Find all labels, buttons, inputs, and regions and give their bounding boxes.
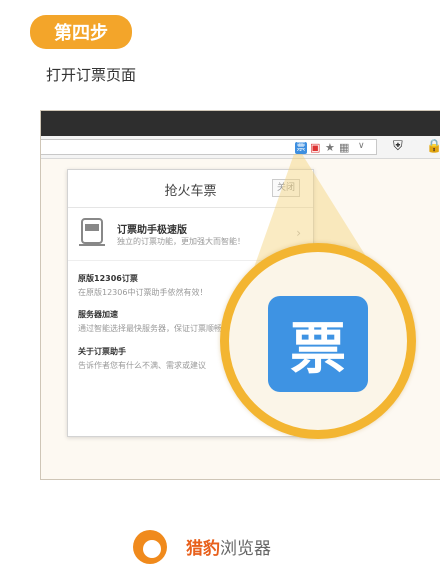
extension-icon[interactable]: ▣ xyxy=(310,141,320,154)
train-icon xyxy=(79,218,105,246)
browser-title-bar xyxy=(41,111,440,136)
menu-item-title: 订票助手极速版 xyxy=(117,225,187,236)
close-button[interactable]: 关闭 xyxy=(272,179,300,197)
star-icon[interactable]: ★ xyxy=(325,141,335,154)
step-badge: 第四步 xyxy=(30,15,132,49)
ticket-extension-icon[interactable]: 票 xyxy=(295,142,307,154)
browser-toolbar: 票 ▣ ★ ▦ ∨ xyxy=(41,136,440,159)
popup-header: 抢火车票 关闭 xyxy=(68,170,313,208)
chevron-down-icon[interactable]: ∨ xyxy=(358,141,365,151)
shield-icon[interactable]: ⛨ xyxy=(393,139,403,154)
brand-name: 猎豹浏览器 xyxy=(186,534,271,559)
brand-name-rest: 浏览器 xyxy=(220,539,271,559)
lock-icon[interactable]: 🔒 xyxy=(426,139,440,154)
step-title: 打开订票页面 xyxy=(46,66,137,84)
cheetah-logo xyxy=(133,530,167,564)
brand-name-bold: 猎豹 xyxy=(186,539,220,559)
menu-item-desc: 独立的订票功能，更加强大而智能！ xyxy=(117,237,245,246)
chevron-right-icon: › xyxy=(296,226,301,240)
address-bar[interactable]: 票 ▣ ★ ▦ ∨ xyxy=(41,139,377,155)
grid-icon[interactable]: ▦ xyxy=(339,141,349,154)
ticket-icon: 票 xyxy=(268,296,368,392)
